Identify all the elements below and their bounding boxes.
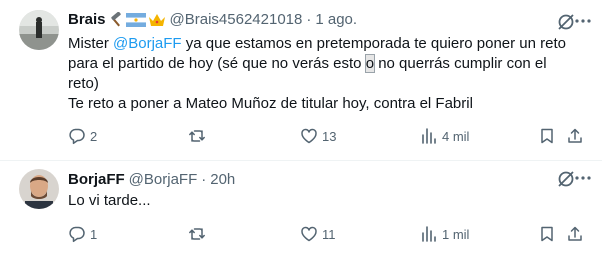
tweet-header: BorjaFF @BorjaFF · 20h bbox=[68, 170, 542, 190]
tweet-text: Lo vi tarde... bbox=[68, 192, 151, 209]
share-icon bbox=[568, 128, 582, 143]
like-icon bbox=[301, 128, 317, 144]
like-button[interactable]: 11 bbox=[300, 223, 336, 245]
bookmark-icon bbox=[541, 226, 553, 242]
views-icon bbox=[422, 226, 436, 242]
timestamp[interactable]: 1 ago. bbox=[315, 10, 357, 30]
reply-button[interactable]: 2 bbox=[68, 125, 97, 147]
mention-link[interactable]: @BorjaFF bbox=[113, 35, 182, 52]
like-count: 11 bbox=[322, 226, 336, 242]
reply-icon bbox=[69, 128, 85, 145]
views-count: 4 mil bbox=[442, 128, 470, 144]
more-icon[interactable] bbox=[574, 12, 592, 30]
like-button[interactable]: 13 bbox=[300, 125, 336, 147]
like-count: 13 bbox=[322, 128, 337, 144]
retweet-button[interactable] bbox=[188, 125, 210, 147]
bookmark-icon bbox=[541, 128, 553, 144]
retweet-button[interactable] bbox=[188, 223, 210, 245]
more-icon[interactable] bbox=[574, 169, 592, 187]
retweet-icon bbox=[189, 130, 205, 142]
reply-count: 2 bbox=[90, 128, 98, 144]
display-name[interactable]: Brais bbox=[68, 10, 106, 30]
highlighted-character: o bbox=[364, 54, 376, 73]
text-segment: Mister bbox=[68, 35, 113, 52]
like-icon bbox=[301, 226, 317, 242]
argentina-flag-icon bbox=[125, 13, 146, 27]
name-emojis bbox=[108, 12, 166, 28]
separator: · bbox=[306, 11, 312, 28]
handle[interactable]: @BorjaFF bbox=[129, 170, 198, 190]
views-count: 1 mil bbox=[442, 226, 470, 242]
crown-icon bbox=[148, 14, 165, 26]
timestamp[interactable]: 20h bbox=[210, 170, 235, 190]
text-segment: reto) bbox=[68, 75, 99, 92]
retweet-icon bbox=[189, 228, 205, 240]
action-bar: 1 11 1 mil bbox=[0, 223, 602, 245]
text-segment: para el partido de hoy (sé que no verás … bbox=[68, 55, 366, 72]
text-segment: ya que estamos en pretemporada te quiero… bbox=[181, 35, 566, 52]
tweet[interactable]: BorjaFF @BorjaFF · 20h Lo vi tarde... 1 … bbox=[0, 160, 602, 254]
hammer-icon bbox=[110, 12, 121, 27]
tweet-text: Mister @BorjaFF ya que estamos en pretem… bbox=[68, 34, 583, 114]
views-icon bbox=[422, 128, 436, 144]
share-icon bbox=[568, 226, 582, 241]
text-segment: Te reto a poner a Mateo Muñoz de titular… bbox=[68, 95, 473, 112]
reply-button[interactable]: 1 bbox=[68, 223, 97, 245]
tweet-header: Brais @Brais4562421018 · 1 ago. bbox=[68, 10, 542, 30]
grok-icon[interactable] bbox=[556, 12, 576, 32]
views-button[interactable]: 1 mil bbox=[420, 223, 469, 245]
bookmark-button[interactable] bbox=[538, 223, 556, 245]
views-button[interactable]: 4 mil bbox=[420, 125, 469, 147]
text-segment: no querrás cumplir con el bbox=[374, 55, 547, 72]
display-name[interactable]: BorjaFF bbox=[68, 170, 125, 190]
bookmark-button[interactable] bbox=[538, 125, 556, 147]
share-button[interactable] bbox=[566, 223, 584, 245]
action-bar: 2 13 4 mil bbox=[0, 125, 602, 147]
avatar[interactable] bbox=[19, 169, 59, 209]
separator: · bbox=[201, 171, 207, 188]
grok-icon[interactable] bbox=[556, 169, 576, 189]
reply-icon bbox=[69, 226, 85, 243]
tweet[interactable]: Brais @Brais4562421018 · 1 ago. Mister @… bbox=[0, 0, 602, 161]
handle[interactable]: @Brais4562421018 bbox=[170, 10, 303, 30]
share-button[interactable] bbox=[566, 125, 584, 147]
reply-count: 1 bbox=[90, 226, 98, 242]
avatar[interactable] bbox=[19, 10, 59, 50]
